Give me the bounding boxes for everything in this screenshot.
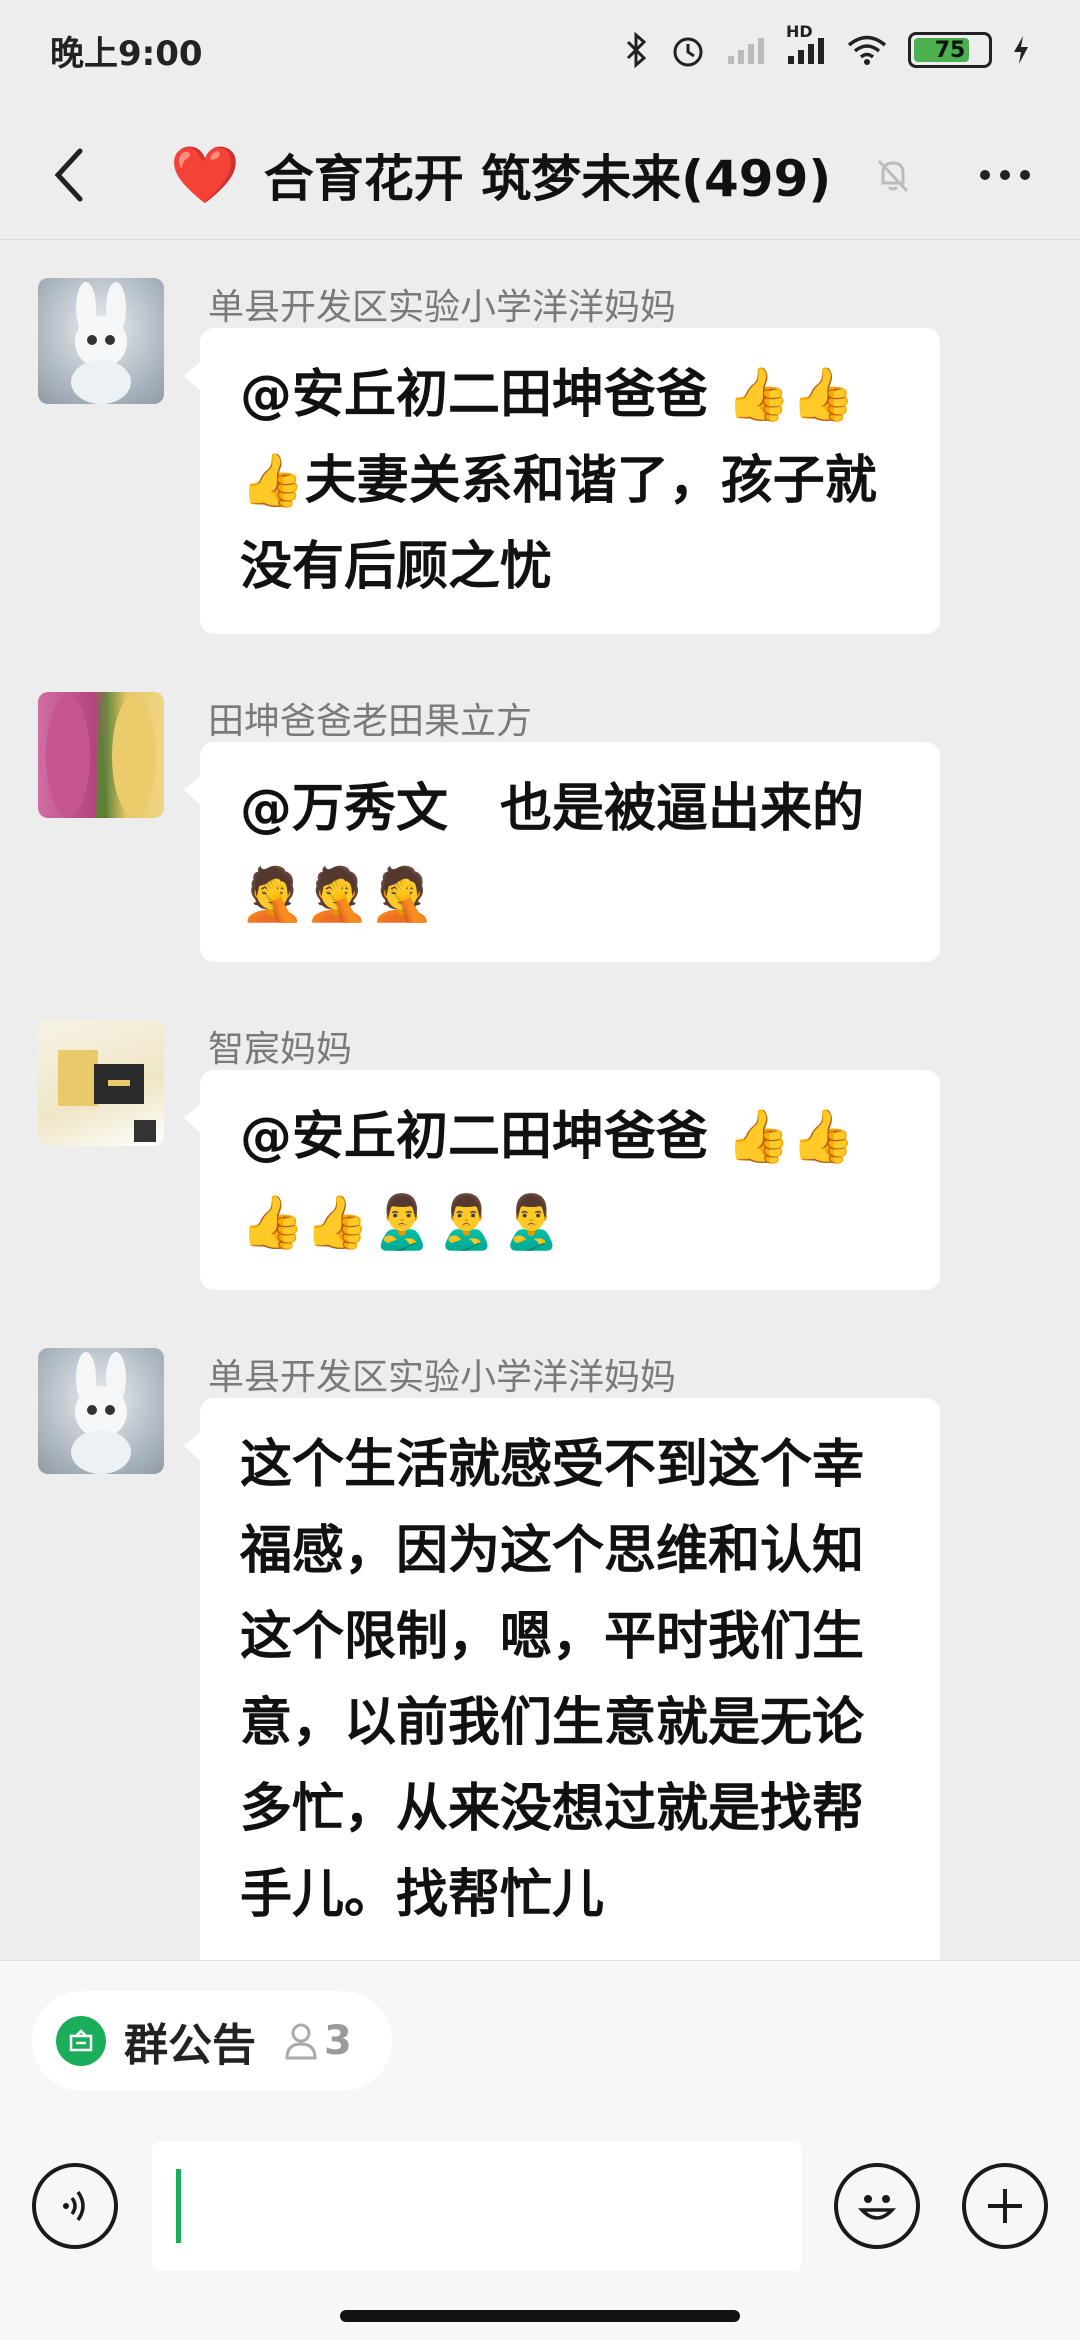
group-title: 合育花开 筑梦未来(499) [263, 149, 832, 208]
announcement-label: 群公告 [124, 2020, 256, 2071]
announcement-count: 3 [284, 2018, 352, 2064]
message-bubble[interactable]: @安丘初二田坤爸爸 👍👍👍夫妻关系和谐了，孩子就没有后顾之忧 [184, 328, 940, 634]
bottom-area: 群公告 3 [0, 1960, 1080, 2340]
sender-name: 智宸妈妈 [208, 1029, 353, 1070]
plus-button[interactable] [962, 2163, 1048, 2249]
message-input[interactable] [152, 2141, 802, 2271]
battery-level: 75 [934, 37, 966, 63]
wifi-icon [847, 35, 887, 65]
hd-signal-icon: HD [786, 22, 826, 66]
sender-name: 田坤爸爸老田果立方 [208, 701, 533, 742]
plus-icon [988, 2189, 1022, 2223]
rabbit-avatar-icon [71, 1352, 131, 1474]
message-list[interactable]: 单县开发区实验小学洋洋妈妈 @安丘初二田坤爸爸 👍👍👍夫妻关系和谐了，孩子就没有… [0, 240, 1080, 1960]
heart-icon: ❤️ [170, 142, 240, 208]
status-icons: HD 75 [624, 22, 1030, 68]
avatar-product[interactable] [38, 1020, 164, 1146]
announcement-icon [56, 2016, 106, 2066]
sender-name: 单县开发区实验小学洋洋妈妈 [208, 1357, 677, 1398]
more-button[interactable] [970, 145, 1040, 205]
status-bar: 晚上9:00 HD 75 [0, 0, 1080, 100]
text-caret [176, 2169, 181, 2243]
person-icon [285, 2023, 317, 2060]
avatar-corn[interactable] [38, 692, 164, 818]
status-time: 晚上9:00 [50, 33, 203, 74]
corn-avatar-icon [46, 692, 156, 818]
bell-muted-icon [878, 159, 909, 192]
hd-label: HD [786, 22, 813, 41]
avatar-rabbit[interactable] [38, 278, 164, 404]
announcement-count-value: 3 [324, 2018, 352, 2064]
group-announcement-button[interactable]: 群公告 3 [32, 1991, 392, 2091]
alarm-icon [673, 37, 703, 67]
voice-icon [63, 2190, 85, 2222]
avatar-rabbit[interactable] [38, 1348, 164, 1474]
battery-icon: 75 [908, 32, 992, 68]
input-row [0, 2141, 1080, 2271]
message-bubble[interactable]: @万秀文 也是被逼出来的🤦🤦🤦 [184, 742, 940, 962]
home-indicator[interactable] [340, 2310, 740, 2322]
title-wrap[interactable]: ❤️ 合育花开 筑梦未来(499) [170, 139, 970, 211]
product-avatar-icon [58, 1050, 156, 1142]
more-dots-icon [980, 169, 990, 180]
back-button[interactable] [40, 145, 100, 205]
sender-name: 单县开发区实验小学洋洋妈妈 [208, 287, 677, 328]
voice-button[interactable] [32, 2163, 118, 2249]
message-bubble[interactable]: 这个生活就感受不到这个幸福感，因为这个思维和认知这个限制，嗯，平时我们生意，以前… [184, 1398, 940, 1960]
chevron-left-icon [54, 148, 83, 201]
emoji-icon [857, 2195, 897, 2220]
signal-icon [728, 38, 764, 64]
emoji-button[interactable] [834, 2163, 920, 2249]
chat-header: ❤️ 合育花开 筑梦未来(499) [0, 110, 1080, 240]
message-bubble[interactable]: @安丘初二田坤爸爸 👍👍👍👍🙎‍♂️🙎‍♂️🙎‍♂️ [184, 1070, 940, 1290]
charging-icon [1014, 36, 1028, 64]
rabbit-avatar-icon [71, 282, 131, 404]
bluetooth-icon [626, 32, 647, 68]
